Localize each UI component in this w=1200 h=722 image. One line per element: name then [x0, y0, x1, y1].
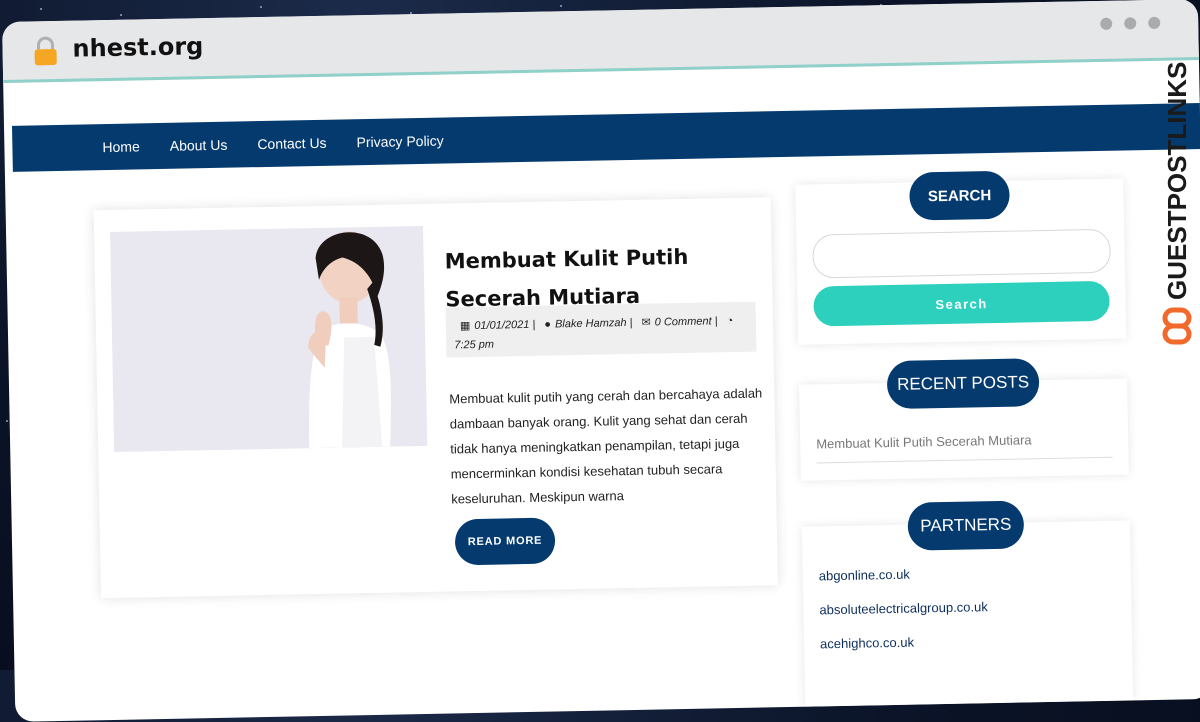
comments-icon: ✉: [641, 316, 651, 329]
recent-posts-heading: RECENT POSTS: [886, 358, 1040, 410]
window-dot-icon[interactable]: [1100, 17, 1113, 30]
partner-link[interactable]: absoluteelectricalgroup.co.uk: [819, 599, 988, 617]
partners-heading: PARTNERS: [907, 500, 1025, 551]
read-more-button[interactable]: READ MORE: [454, 517, 556, 566]
guestpostlinks-watermark: GUESTPOSTLINKS: [1160, 60, 1194, 360]
search-input[interactable]: [812, 228, 1112, 279]
nav-about-us[interactable]: About Us: [155, 136, 243, 154]
post-comments[interactable]: 0 Comment: [655, 315, 712, 328]
search-widget: SEARCH Search: [795, 170, 1127, 345]
window-dot-icon[interactable]: [1124, 17, 1137, 30]
partner-link[interactable]: acehighco.co.uk: [820, 635, 914, 652]
clock-icon: ◔: [726, 315, 734, 328]
post-excerpt: Membuat kulit putih yang cerah dan berca…: [449, 385, 763, 507]
partner-link[interactable]: abgonline.co.uk: [819, 567, 910, 584]
window-dot-icon[interactable]: [1148, 16, 1161, 29]
lock-icon: [34, 36, 57, 66]
url-text[interactable]: nhest.org: [72, 32, 203, 63]
post-thumbnail-image[interactable]: [110, 225, 428, 452]
browser-window: nhest.org Home About Us Contact Us Priva…: [2, 0, 1200, 722]
divider: [816, 456, 1113, 464]
window-controls: [1100, 16, 1161, 30]
recent-post-link[interactable]: Membuat Kulit Putih Secerah Mutiara: [816, 432, 1032, 451]
recent-posts-widget: RECENT POSTS Membuat Kulit Putih Secerah…: [799, 358, 1129, 481]
search-heading: SEARCH: [909, 170, 1010, 221]
svg-text:GUESTPOSTLINKS: GUESTPOSTLINKS: [1162, 62, 1192, 300]
post-meta: ▦ 01/01/2021 | ● Blake Hamzah | ✉ 0 Comment…: [445, 301, 757, 358]
woman-portrait-illustration: [110, 225, 428, 452]
nav-privacy-policy[interactable]: Privacy Policy: [341, 132, 458, 151]
post-time: 7:25 pm: [454, 338, 495, 352]
user-icon: ●: [544, 318, 552, 331]
main-nav: Home About Us Contact Us Privacy Policy: [11, 102, 1200, 172]
guestpostlinks-logo-icon: GUESTPOSTLINKS: [1162, 62, 1192, 345]
nav-home[interactable]: Home: [87, 138, 155, 155]
calendar-icon: ▦: [459, 320, 471, 333]
search-button[interactable]: Search: [813, 280, 1110, 327]
post-date: 01/01/2021: [474, 318, 530, 332]
address-bar: nhest.org: [2, 0, 1199, 83]
partners-widget: PARTNERS abgonline.co.uk absoluteelectri…: [801, 500, 1134, 707]
post-author[interactable]: Blake Hamzah: [555, 317, 627, 330]
post-card: Membuat Kulit Putih Secerah Mutiara ▦ 01/…: [93, 197, 778, 599]
nav-contact-us[interactable]: Contact Us: [242, 135, 342, 153]
